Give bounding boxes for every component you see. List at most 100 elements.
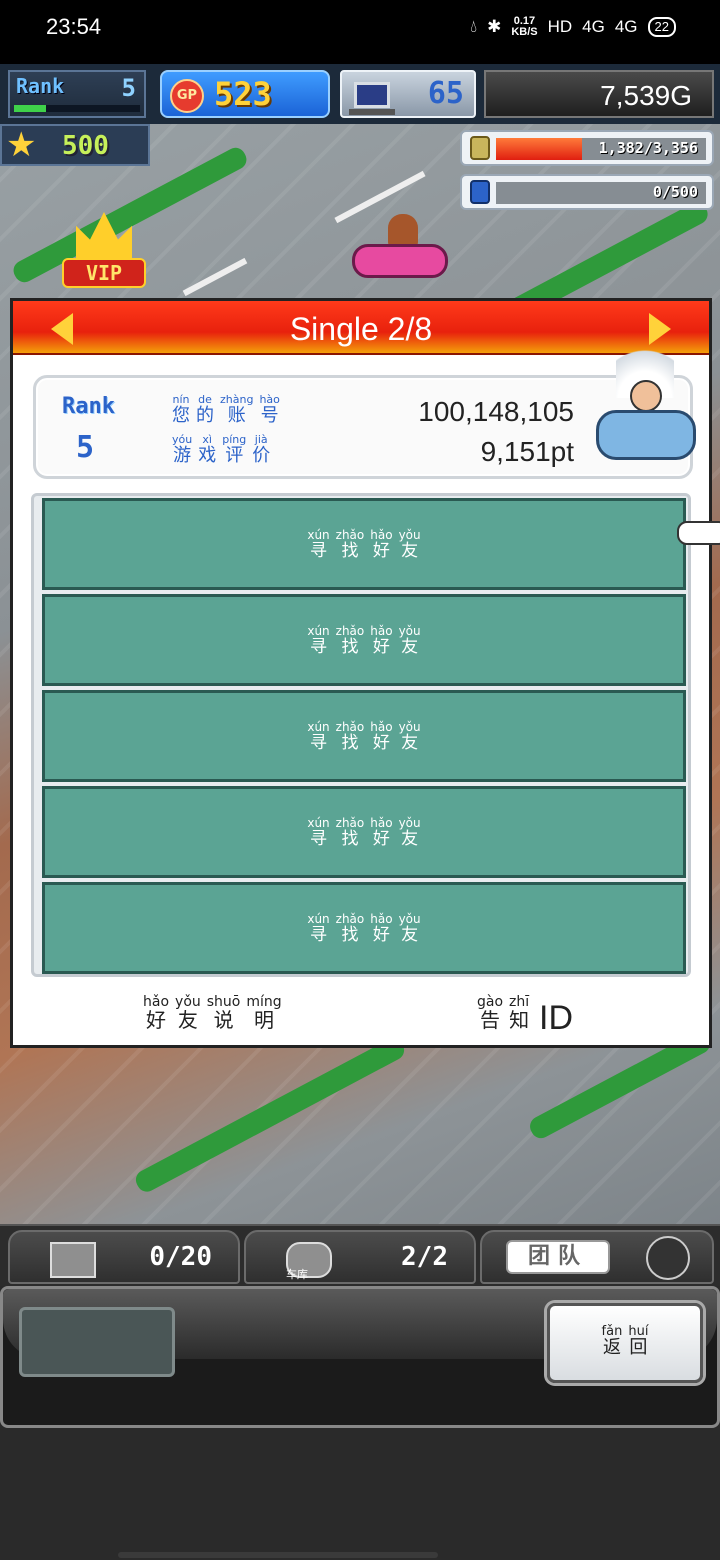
ruby-char: hào 号 (259, 394, 279, 426)
nav-gesture-bar[interactable] (118, 1552, 438, 1558)
hanzi: 寻 (310, 829, 327, 849)
tab-items[interactable]: 0/20 (8, 1230, 240, 1284)
ruby-char: xún 寻 (307, 721, 329, 753)
water-drop-icon: 💧︎ (470, 17, 478, 36)
pinyin: hǎo (370, 816, 393, 830)
money-display[interactable]: 7,539G (484, 70, 714, 118)
ruby-char: hǎo 好 (370, 625, 392, 657)
account-id: 100,148,105 (418, 396, 574, 427)
hedge (132, 1034, 408, 1196)
star-display[interactable]: ★ 500 (0, 124, 150, 166)
hanzi: 账 (227, 405, 246, 426)
hanzi: 游 (173, 445, 192, 466)
hanzi: 友 (177, 1008, 198, 1032)
hanzi: 好 (372, 541, 390, 561)
ruby-char: xì 戏 (198, 434, 216, 466)
ruby-char: de 的 (196, 394, 214, 426)
gp-coin-icon: GP (170, 79, 204, 113)
find-friend-slot-4[interactable]: xún 寻 zhǎo 找 hǎo 好 yǒu 友 (42, 786, 686, 878)
ruby-char: hǎo 好 (370, 817, 392, 849)
rating-value: 9,151pt (480, 436, 574, 467)
hanzi: 好 (146, 1008, 167, 1032)
ruby-char: zhǎo 找 (336, 817, 365, 849)
car-body (352, 244, 448, 278)
net-speed: 0.17 KB/S (511, 15, 538, 38)
research-gauge[interactable]: 0/500 (460, 174, 714, 210)
road-marking (182, 257, 248, 297)
back-label: fǎn 返 huí 回 (550, 1325, 700, 1358)
fuel-gauge[interactable]: 1,382/3,356 (460, 130, 714, 166)
hanzi: 寻 (310, 733, 327, 753)
friend-list: xún 寻 zhǎo 找 hǎo 好 yǒu 友 xún 寻 zhǎo 找 hǎo 好 yǒu 友 xún 寻… (31, 493, 691, 977)
gp-value: 523 (214, 75, 272, 113)
rank-display[interactable]: Rank 5 (8, 70, 146, 118)
money-value: 7,539G (600, 80, 692, 111)
hanzi: 回 (629, 1337, 648, 1358)
ruby-char: yǒu 友 (399, 529, 421, 561)
tab-garage[interactable]: 车库 2/2 (244, 1230, 476, 1284)
notify-id-label: gào 告 zhī 知 (477, 995, 529, 1031)
ruby-char: gào 告 (477, 995, 503, 1031)
hd-indicator: HD (547, 17, 573, 36)
hanzi: 找 (341, 829, 359, 849)
find-friend-slot-5[interactable]: xún 寻 zhǎo 找 hǎo 好 yǒu 友 (42, 882, 686, 974)
find-friend-label: xún 寻 zhǎo 找 hǎo 好 yǒu 友 (45, 721, 683, 753)
avatar-icon (646, 1236, 690, 1280)
back-button[interactable]: fǎn 返 huí 回 (547, 1303, 703, 1383)
hanzi: 找 (341, 541, 359, 561)
player-card: Rank 5 nín 您 de 的 zhàng 账 hào 号 yóu 游 xì 戏 píng 评 jià… (33, 338, 696, 479)
pinyin: shuō (206, 994, 241, 1010)
ruby-char: zhàng 账 (220, 394, 253, 426)
find-friend-label: xún 寻 zhǎo 找 hǎo 好 yǒu 友 (45, 529, 683, 561)
hanzi: 返 (602, 1337, 621, 1358)
bluetooth-icon: ✱ (487, 17, 502, 36)
find-friend-label: xún 寻 zhǎo 找 hǎo 好 yǒu 友 (45, 817, 683, 849)
find-friend-slot-1[interactable]: xún 寻 zhǎo 找 hǎo 好 yǒu 友 (42, 498, 686, 590)
ruby-char: shuō 说 (207, 995, 241, 1031)
pinyin: yǒu (175, 994, 201, 1010)
garage-count: 2/2 (401, 1242, 448, 1272)
find-friend-slot-3[interactable]: xún 寻 zhǎo 找 hǎo 好 yǒu 友 (42, 690, 686, 782)
ruby-char: jià 价 (252, 434, 270, 466)
driver-head (388, 214, 418, 248)
hanzi: 友 (401, 637, 419, 657)
items-count: 0/20 (149, 1242, 212, 1272)
hanzi: 好 (372, 733, 390, 753)
avatar-face (630, 380, 662, 412)
hanzi: 告 (480, 1008, 501, 1032)
tab-team[interactable]: 团队 (480, 1230, 714, 1284)
computer-display[interactable]: 65 (340, 70, 476, 118)
pinyin: xún (307, 720, 330, 734)
pinyin: hǎo (370, 720, 393, 734)
ruby-char: yóu 游 (172, 434, 192, 466)
player-avatar-sprite (596, 338, 696, 488)
ruby-char: nín 您 (172, 394, 190, 426)
ruby-char: yǒu 友 (175, 995, 201, 1031)
vip-badge[interactable]: VIP (62, 212, 146, 288)
ruby-char: fǎn 返 (602, 1325, 623, 1358)
pinyin: hǎo (370, 624, 393, 638)
rank-progress-fill (14, 105, 46, 112)
player-rank-label: Rank (62, 394, 115, 419)
find-friend-label: xún 寻 zhǎo 找 hǎo 好 yǒu 友 (45, 625, 683, 657)
system-nav-area (0, 1428, 720, 1560)
battery-icon: 22 (647, 17, 676, 37)
pinyin: yǒu (398, 912, 421, 926)
signal-icon: 4G (582, 17, 605, 36)
ruby-char: hǎo 好 (143, 995, 169, 1031)
ruby-char: xún 寻 (307, 529, 329, 561)
empty-slot-button[interactable] (19, 1307, 175, 1377)
pinyin: zhǎo (335, 912, 365, 926)
find-friend-slot-2[interactable]: xún 寻 zhǎo 找 hǎo 好 yǒu 友 (42, 594, 686, 686)
player-rank-value: 5 (76, 430, 95, 465)
pinyin: xún (307, 912, 330, 926)
avatar-car (596, 410, 696, 460)
pointing-hand-icon (677, 521, 720, 545)
hanzi: 戏 (198, 445, 217, 466)
gp-display[interactable]: GP 523 (160, 70, 330, 118)
pinyin: zhǎo (335, 528, 365, 542)
pinyin: hǎo (370, 912, 393, 926)
ruby-char: hǎo 好 (370, 529, 392, 561)
hanzi: 友 (401, 733, 419, 753)
pinyin: yǒu (398, 528, 421, 542)
